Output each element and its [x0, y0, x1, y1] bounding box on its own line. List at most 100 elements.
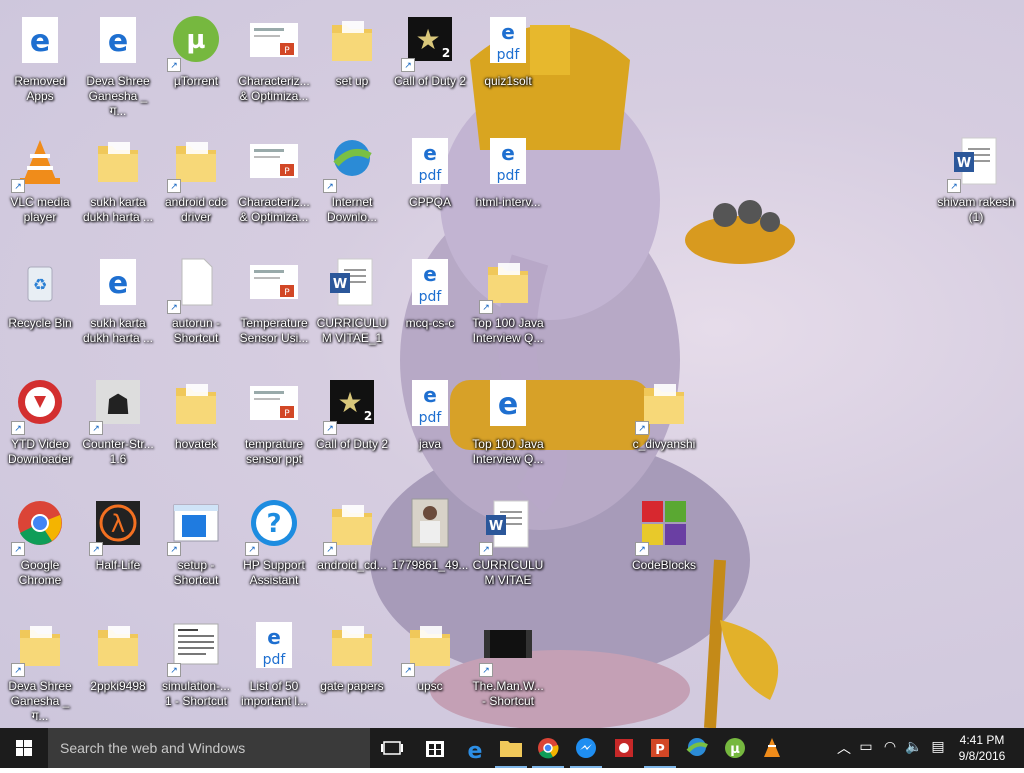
shortcut-arrow-icon: ↗ — [635, 421, 649, 435]
taskbar-edge-button[interactable]: e — [455, 728, 495, 768]
desktop-icon-removed-apps[interactable]: e Removed Apps — [1, 4, 79, 122]
desktop-icon-temprature-sensor-ppt[interactable]: Ptemprature sensor ppt — [235, 367, 313, 485]
desktop-icon-label: Top 100 Java Interview Q... — [472, 316, 544, 345]
desktop-icon-2ppki9498[interactable]: 2ppki9498 — [79, 609, 157, 727]
desktop-icon-call-of-duty-2-a[interactable]: ★ 2 ↗ Call of Duty 2 — [391, 4, 469, 122]
desktop-icon-sukh-karta-folder[interactable]: sukh karta dukh harta ... — [79, 125, 157, 243]
desktop-icon-html-interview[interactable]: e pdf html-interv... — [469, 125, 547, 243]
taskbar-utorrent-button[interactable]: µ — [715, 728, 755, 768]
desktop-icon-label: shivam rakesh (1) — [937, 195, 1015, 224]
desktop-icon-vlc-media-player[interactable]: ↗ VLC media player — [1, 125, 79, 243]
shortcut-arrow-icon: ↗ — [89, 542, 103, 556]
recycle-bin-icon: ♻ — [27, 266, 53, 302]
desktop-icon-top-100-java-2[interactable]: e Top 100 Java Interview Q... — [469, 367, 547, 485]
taskbar-powerpoint-button[interactable]: P — [640, 728, 680, 768]
desktop-icon-label: YTD Video Downloader — [7, 437, 73, 466]
photo-thumbnail-icon — [411, 498, 449, 548]
desktop-icon-android-cdc-driver[interactable]: ↗ android cdc driver — [157, 125, 235, 243]
svg-text:2: 2 — [364, 409, 372, 423]
desktop-icon-deva-shree-ganesha-2[interactable]: ↗ Deva Shree Ganesha _ ग... — [1, 609, 79, 727]
pdf-file-icon: e pdf — [256, 622, 292, 668]
desktop-icon-android-cd[interactable]: ↗ android_cd... — [313, 488, 391, 606]
desktop-icon-setup-shortcut[interactable]: ↗ setup - Shortcut — [157, 488, 235, 606]
desktop-icon-codeblocks[interactable]: ↗ CodeBlocks — [625, 488, 703, 606]
desktop-icon-utorrent[interactable]: µ ↗ µTorrent — [157, 4, 235, 122]
volume-icon[interactable]: 🔈 — [904, 738, 924, 758]
desktop-icon-counter-strike[interactable]: ☗ ↗ Counter-Str... 1.6 — [79, 367, 157, 485]
taskbar-app-red-button[interactable] — [604, 728, 644, 768]
clock[interactable]: 4:41 PM 9/8/2016 — [952, 732, 1012, 764]
desktop-icon-call-of-duty-2-b[interactable]: ★ 2 ↗ Call of Duty 2 — [313, 367, 391, 485]
desktop-icon-shivam-rakesh[interactable]: W ↗ shivam rakesh (1) — [937, 125, 1015, 243]
desktop-icon-hp-support-assistant[interactable]: ? ↗ HP Support Assistant — [235, 488, 313, 606]
wifi-icon[interactable]: ◠ — [880, 738, 900, 758]
desktop-icon-curriculum-vitae-2[interactable]: W ↗ CURRICULUM VITAE — [469, 488, 547, 606]
desktop-icon-upsc[interactable]: ↗ upsc — [391, 609, 469, 727]
taskbar-task-view-button[interactable] — [372, 728, 412, 768]
desktop-icon-simulation-shortcut[interactable]: ↗ simulation-... 1 - Shortcut — [157, 609, 235, 727]
svg-text:★: ★ — [415, 23, 440, 56]
desktop-icon-gate-papers[interactable]: gate papers — [313, 609, 391, 727]
desktop-icon-mcq-cs-c[interactable]: e pdf mcq-cs-c — [391, 246, 469, 364]
pdf-file-icon: e pdf — [412, 380, 448, 426]
desktop-icon-label: Deva Shree Ganesha _ ग... — [86, 74, 150, 118]
desktop-icon-label: CURRICULUM VITAE — [472, 558, 544, 587]
desktop-icon-characterization-1[interactable]: P Characteriz... & Optimiza... — [235, 4, 313, 122]
action-center-icon[interactable]: ▤ — [928, 738, 948, 758]
desktop-icon-java[interactable]: e pdf java — [391, 367, 469, 485]
folder-icon — [332, 626, 372, 666]
desktop-icon-label: simulation-... 1 - Shortcut — [161, 679, 231, 708]
svg-text:e: e — [30, 24, 50, 59]
pdf-file-icon: e pdf — [490, 138, 526, 184]
desktop-icon-characterization-2[interactable]: P Characteriz... & Optimiza... — [235, 125, 313, 243]
taskbar-file-explorer-button[interactable] — [491, 728, 531, 768]
vlc-icon — [764, 738, 780, 757]
desktop-icon-recycle-bin[interactable]: ♻ Recycle Bin — [1, 246, 79, 364]
svg-text:W: W — [957, 156, 971, 171]
desktop-icon-c-divyanshi[interactable]: ↗ c_divyanshi — [625, 367, 703, 485]
svg-text:W: W — [489, 519, 503, 534]
desktop-icon-half-life[interactable]: λ ↗ Half-Life — [79, 488, 157, 606]
start-button[interactable] — [0, 728, 48, 768]
shortcut-arrow-icon: ↗ — [323, 179, 337, 193]
desktop-icon-list-of-50[interactable]: e pdf List of 50 important l... — [235, 609, 313, 727]
taskbar-store-button[interactable] — [415, 728, 455, 768]
desktop-icon-photo-1779861[interactable]: 1779861_49... — [391, 488, 469, 606]
svg-text:e: e — [498, 387, 518, 422]
desktop-icon-ytd-video-downloader[interactable]: ↗ YTD Video Downloader — [1, 367, 79, 485]
show-hidden-icons-icon[interactable]: ︿ — [834, 738, 854, 758]
search-box[interactable]: Search the web and Windows — [48, 728, 370, 768]
shortcut-arrow-icon: ↗ — [245, 542, 259, 556]
svg-text:pdf: pdf — [419, 168, 443, 184]
desktop-icon-label: Characteriz... & Optimiza... — [238, 195, 310, 224]
desktop-icon-cppqa[interactable]: e pdf CPPQA — [391, 125, 469, 243]
svg-text:e: e — [267, 625, 281, 649]
svg-text:pdf: pdf — [263, 652, 287, 668]
desktop-icon-quiz1solt[interactable]: e pdf quiz1solt — [469, 4, 547, 122]
taskbar-vlc-button[interactable] — [752, 728, 792, 768]
desktop-icon-label: quiz1solt — [484, 74, 532, 88]
svg-text:?: ? — [266, 509, 281, 539]
desktop-icon-internet-download-manager[interactable]: ↗ Internet Downlo... — [313, 125, 391, 243]
desktop-icon-deva-shree-ganesha-1[interactable]: e Deva Shree Ganesha _ ग... — [79, 4, 157, 122]
desktop-icon-label: 1779861_49... — [391, 558, 469, 572]
battery-icon[interactable]: ▭ — [856, 738, 876, 758]
edge-html-file-icon: e — [100, 17, 136, 63]
desktop-icon-sukh-karta-html[interactable]: e sukh karta dukh harta ... — [79, 246, 157, 364]
desktop-icon-the-man-shortcut[interactable]: ↗ The.Man.W... - Shortcut — [469, 609, 547, 727]
taskbar-chrome-button[interactable] — [528, 728, 568, 768]
desktop-icon-hovatek[interactable]: hovatek — [157, 367, 235, 485]
desktop-icon-label: sukh karta dukh harta ... — [82, 316, 154, 345]
desktop-icon-curriculum-vitae-1[interactable]: W CURRICULUM VITAE_1 — [313, 246, 391, 364]
desktop-icon-top-100-java-1[interactable]: ↗ Top 100 Java Interview Q... — [469, 246, 547, 364]
desktop-icon-set-up[interactable]: set up — [313, 4, 391, 122]
shortcut-arrow-icon: ↗ — [479, 542, 493, 556]
desktop[interactable]: e Removed Apps e Deva Shree Ganesha _ ग... µ… — [0, 0, 1024, 728]
desktop-icon-autorun-shortcut[interactable]: ↗ autorun - Shortcut — [157, 246, 235, 364]
taskbar-messenger-button[interactable] — [566, 728, 606, 768]
desktop-icon-temperature-sensor-1[interactable]: P Temperature Sensor Usi... — [235, 246, 313, 364]
task-view-icon — [381, 741, 403, 755]
desktop-icon-google-chrome[interactable]: ↗ Google Chrome — [1, 488, 79, 606]
taskbar-idm-button[interactable] — [677, 728, 717, 768]
word-document-icon: W — [330, 258, 373, 306]
